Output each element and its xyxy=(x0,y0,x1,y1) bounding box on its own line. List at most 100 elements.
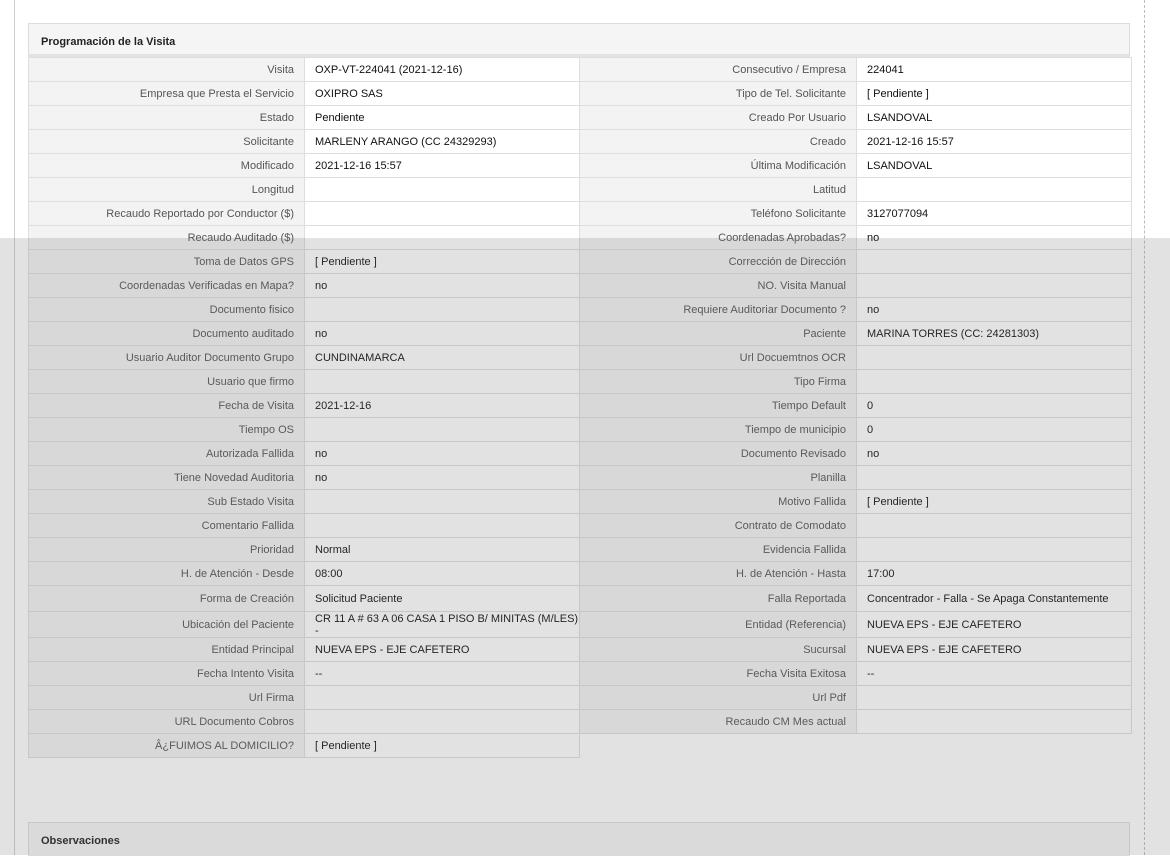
field-label: Latitud xyxy=(579,177,857,202)
table-row: H. de Atención - Desde 08:00 H. de Atenció… xyxy=(28,561,1132,586)
field-value: 08:00 xyxy=(304,561,580,586)
field-value: 224041 xyxy=(856,57,1132,82)
field-value: LSANDOVAL xyxy=(856,105,1132,130)
field-label: Tiempo Default xyxy=(579,393,857,418)
field-label: Modificado xyxy=(28,153,305,178)
table-row: Autorizada Fallida no Documento Revisado no xyxy=(28,441,1132,466)
field-label: Creado xyxy=(579,129,857,154)
field-label: Tiempo OS xyxy=(28,417,305,442)
field-label: H. de Atención - Desde xyxy=(28,561,305,586)
field-value: 2021-12-16 15:57 xyxy=(304,153,580,178)
field-value: [ Pendiente ] xyxy=(856,81,1132,106)
field-label: Requiere Auditoriar Documento ? xyxy=(579,297,857,322)
field-label: Url Firma xyxy=(28,685,305,710)
visit-schedule-panel: Programación de la Visita Visita OXP-VT-2… xyxy=(28,23,1132,758)
table-row: Modificado 2021-12-16 15:57 Última Modific… xyxy=(28,153,1132,178)
field-label: Documento auditado xyxy=(28,321,305,346)
field-label: Usuario Auditor Documento Grupo xyxy=(28,345,305,370)
field-label: Forma de Creación xyxy=(28,585,305,612)
field-value xyxy=(856,249,1132,274)
field-label: Toma de Datos GPS xyxy=(28,249,305,274)
table-row: Tiene Novedad Auditoria no Planilla xyxy=(28,465,1132,490)
field-label: Sub Estado Visita xyxy=(28,489,305,514)
field-value: 0 xyxy=(856,393,1132,418)
field-label: Recaudo Auditado ($) xyxy=(28,225,305,250)
field-value: MARINA TORRES (CC: 24281303) xyxy=(856,321,1132,346)
field-value: no xyxy=(856,297,1132,322)
field-value xyxy=(856,345,1132,370)
table-row: Usuario Auditor Documento Grupo CUNDINAMA… xyxy=(28,345,1132,370)
field-label: Solicitante xyxy=(28,129,305,154)
field-value: no xyxy=(304,273,580,298)
table-row: Recaudo Auditado ($) Coordenadas Aprobada… xyxy=(28,225,1132,250)
field-value: -- xyxy=(304,661,580,686)
field-label: Tipo de Tel. Solicitante xyxy=(579,81,857,106)
field-value xyxy=(304,369,580,394)
field-value: -- xyxy=(856,661,1132,686)
field-label: Estado xyxy=(28,105,305,130)
field-value: MARLENY ARANGO (CC 24329293) xyxy=(304,129,580,154)
field-label: URL Documento Cobros xyxy=(28,709,305,734)
field-value xyxy=(856,465,1132,490)
field-value: no xyxy=(856,441,1132,466)
table-row: Fecha de Visita 2021-12-16 Tiempo Default 0 xyxy=(28,393,1132,418)
field-value xyxy=(856,513,1132,538)
field-value: CR 11 A # 63 A 06 CASA 1 PISO B/ MINITAS… xyxy=(304,611,580,638)
table-row: Url Firma Url Pdf xyxy=(28,685,1132,710)
field-label: Fecha de Visita xyxy=(28,393,305,418)
field-label: Sucursal xyxy=(579,637,857,662)
field-label: Url Docuemtnos OCR xyxy=(579,345,857,370)
field-label: Documento Revisado xyxy=(579,441,857,466)
field-label: Comentario Fallida xyxy=(28,513,305,538)
field-value: OXIPRO SAS xyxy=(304,81,580,106)
field-label: Coordenadas Aprobadas? xyxy=(579,225,857,250)
table-row: Solicitante MARLENY ARANGO (CC 24329293) C… xyxy=(28,129,1132,154)
field-value xyxy=(304,297,580,322)
field-value xyxy=(304,685,580,710)
table-row: Fecha Intento Visita -- Fecha Visita Exito… xyxy=(28,661,1132,686)
field-label: Entidad (Referencia) xyxy=(579,611,857,638)
field-value: Normal xyxy=(304,537,580,562)
table-row: Tiempo OS Tiempo de municipio 0 xyxy=(28,417,1132,442)
table-row: Forma de Creación Solicitud Paciente Falla… xyxy=(28,585,1132,612)
field-value xyxy=(304,225,580,250)
field-value: OXP-VT-224041 (2021-12-16) xyxy=(304,57,580,82)
field-label: H. de Atención - Hasta xyxy=(579,561,857,586)
field-label: Tiene Novedad Auditoria xyxy=(28,465,305,490)
table-row: Coordenadas Verificadas en Mapa? no NO. Vi… xyxy=(28,273,1132,298)
field-value: 2021-12-16 15:57 xyxy=(856,129,1132,154)
field-label: Falla Reportada xyxy=(579,585,857,612)
table-row: Ubicación del Paciente CR 11 A # 63 A 06 … xyxy=(28,611,1132,638)
field-label: Longitud xyxy=(28,177,305,202)
field-value xyxy=(856,537,1132,562)
field-value: 3127077094 xyxy=(856,201,1132,226)
table-row: Sub Estado Visita Motivo Fallida[ Pendien… xyxy=(28,489,1132,514)
field-label: Documento fisico xyxy=(28,297,305,322)
field-label: NO. Visita Manual xyxy=(579,273,857,298)
field-label: Â¿FUIMOS AL DOMICILIO? xyxy=(28,733,305,758)
field-value: 2021-12-16 xyxy=(304,393,580,418)
table-row: Documento auditado no Paciente MARINA TORRE… xyxy=(28,321,1132,346)
field-label: Coordenadas Verificadas en Mapa? xyxy=(28,273,305,298)
field-value: 0 xyxy=(856,417,1132,442)
section-title: Programación de la Visita xyxy=(28,23,1130,57)
field-label: Paciente xyxy=(579,321,857,346)
field-label: Consecutivo / Empresa xyxy=(579,57,857,82)
field-label: Evidencia Fallida xyxy=(579,537,857,562)
field-label: Tiempo de municipio xyxy=(579,417,857,442)
field-value: Solicitud Paciente xyxy=(304,585,580,612)
observaciones-title: Observaciones xyxy=(28,822,1130,856)
field-value: no xyxy=(304,321,580,346)
field-label: Tipo Firma xyxy=(579,369,857,394)
field-value xyxy=(304,417,580,442)
field-label: Prioridad xyxy=(28,537,305,562)
field-label: Fecha Intento Visita xyxy=(28,661,305,686)
table-row: Estado Pendiente Creado Por Usuario LSANDOV… xyxy=(28,105,1132,130)
field-value xyxy=(856,273,1132,298)
field-value: NUEVA EPS - EJE CAFETERO xyxy=(856,611,1132,638)
field-label: Motivo Fallida xyxy=(579,489,857,514)
page-left-rule xyxy=(14,0,15,855)
field-label: Planilla xyxy=(579,465,857,490)
table-row: Prioridad Normal Evidencia Fallida xyxy=(28,537,1132,562)
field-value: Pendiente xyxy=(304,105,580,130)
